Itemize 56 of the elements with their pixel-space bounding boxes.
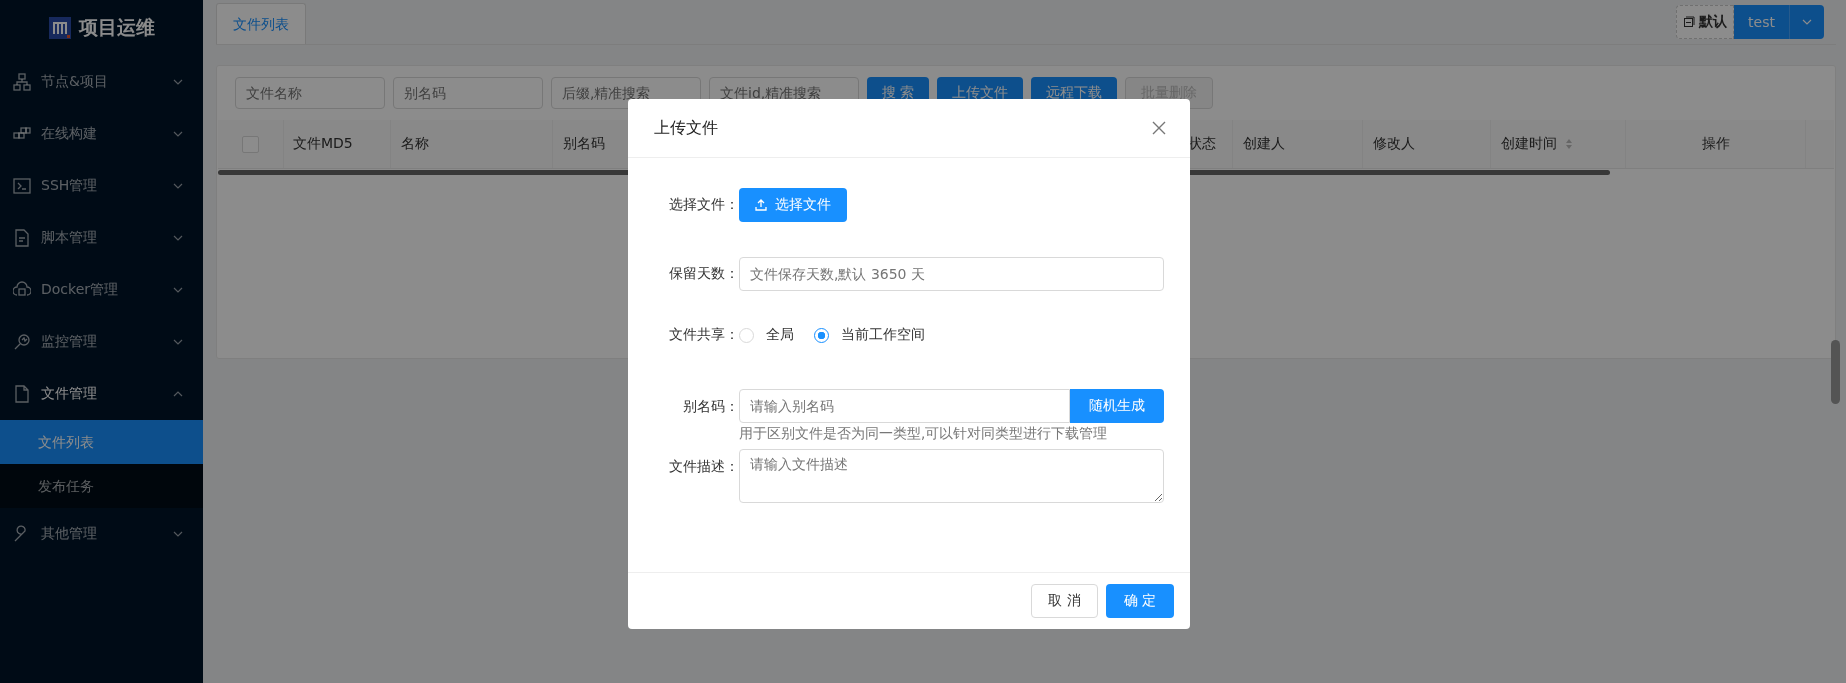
menu-item[interactable]: 脚本管理 [0, 212, 203, 264]
window-icon [1683, 16, 1696, 28]
column-header: 创建人 [1243, 135, 1285, 153]
generate-button[interactable]: 随机生成 [1070, 389, 1164, 423]
menu-label: 文件管理 [41, 385, 98, 403]
menu-item[interactable]: 节点&项目 [0, 56, 203, 108]
menu-item[interactable]: 文件管理 [0, 368, 203, 420]
field-label: 文件描述： [668, 457, 739, 476]
input-field[interactable]: 文件保存天数,默认 3650 天 [739, 257, 1164, 291]
radio-button[interactable] [814, 327, 829, 343]
menu-label: 在线构建 [41, 125, 98, 143]
submenu-item[interactable]: 文件列表 [0, 420, 203, 464]
field-label: 保留天数： [668, 265, 739, 283]
menu-label: SSH管理 [41, 177, 99, 195]
dropdown-button[interactable] [1789, 5, 1824, 39]
user-button[interactable]: test [1734, 5, 1789, 39]
workspace-button[interactable]: 默认 [1676, 5, 1735, 39]
column-header: 修改人 [1373, 135, 1415, 153]
scrollbar[interactable] [1831, 340, 1840, 404]
column-header: 文件MD5 [293, 135, 353, 153]
close-icon[interactable] [1152, 121, 1166, 135]
tab[interactable]: 文件列表 [216, 3, 306, 44]
ok-button[interactable]: 确 定 [1105, 584, 1174, 618]
menu-item[interactable]: SSH管理 [0, 160, 203, 212]
upload-icon [755, 199, 767, 211]
logo-icon [48, 17, 71, 39]
input-field[interactable]: 请输入别名码 [739, 389, 1070, 423]
menu-item[interactable]: 其他管理 [0, 508, 203, 560]
column-header: 名称 [401, 135, 429, 153]
sort-icon[interactable] [1565, 138, 1573, 150]
radio-option[interactable]: 当前工作空间 [814, 326, 925, 344]
chevron-down-icon [1802, 19, 1812, 25]
menu-label: 脚本管理 [41, 229, 98, 247]
column-header: 操作 [1701, 135, 1730, 153]
textarea-field[interactable]: 请输入文件描述 [739, 449, 1164, 503]
menu-item[interactable]: 在线构建 [0, 108, 203, 160]
menu-label: Docker管理 [41, 281, 120, 299]
menu-item[interactable]: 监控管理 [0, 316, 203, 368]
field-label: 别名码： [682, 397, 739, 416]
dialog-title: 上传文件 [654, 117, 718, 139]
field-label: 文件共享： [668, 326, 739, 344]
menu-item[interactable]: Docker管理 [0, 264, 203, 316]
help-text: 用于区别文件是否为同一类型,可以针对同类型进行下载管理 [739, 425, 1109, 443]
menu-label: 监控管理 [41, 333, 98, 351]
menu-label: 其他管理 [41, 525, 98, 543]
filter-field[interactable]: 文件名称 [235, 77, 385, 109]
column-header: 创建时间 [1501, 135, 1557, 153]
field-label: 选择文件： [668, 196, 739, 214]
column-header: 别名码 [563, 135, 605, 153]
logo-text: 项目运维 [78, 15, 155, 40]
submenu-item[interactable]: 发布任务 [0, 464, 203, 508]
select-file-button[interactable]: 选择文件 [739, 188, 847, 222]
cancel-button[interactable]: 取 消 [1031, 584, 1098, 618]
menu-label: 节点&项目 [41, 73, 109, 91]
radio-option[interactable]: 全局 [739, 326, 794, 344]
filter-field[interactable]: 别名码 [393, 77, 543, 109]
